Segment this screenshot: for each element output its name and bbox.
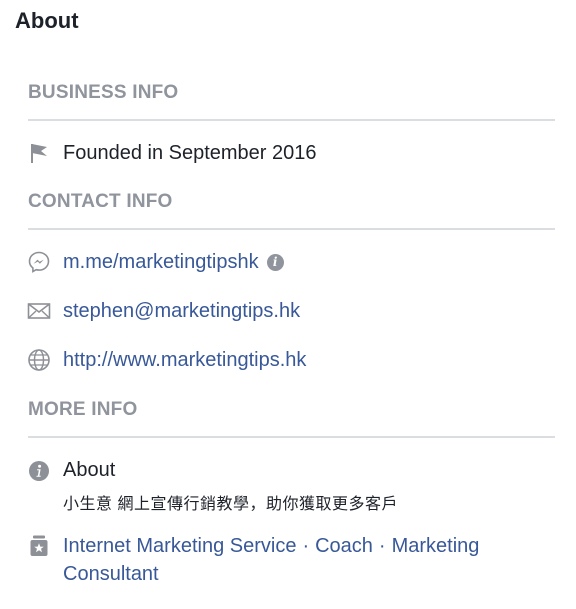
- messenger-row: m.me/marketingtipshk i: [26, 249, 556, 275]
- more-info-header: MORE INFO: [28, 399, 138, 420]
- messenger-icon: [26, 249, 52, 275]
- category-separator: ·: [302, 535, 310, 557]
- founded-row: Founded in September 2016: [26, 140, 556, 166]
- messenger-info-icon[interactable]: i: [266, 253, 284, 271]
- website-row: http://www.marketingtips.hk: [26, 347, 556, 373]
- category-link[interactable]: Coach: [315, 535, 373, 557]
- business-info-divider: [28, 119, 555, 121]
- flag-icon: [26, 140, 52, 166]
- about-row: About 小生意 網上宣傳行銷教學，助你獲取更多客戶: [26, 458, 398, 514]
- category-link[interactable]: Internet Marketing Service: [63, 535, 296, 557]
- website-link[interactable]: http://www.marketingtips.hk: [63, 349, 306, 372]
- about-label: About: [63, 459, 116, 481]
- globe-icon: [26, 347, 52, 373]
- badge-star-icon: [26, 533, 52, 559]
- contact-info-header: CONTACT INFO: [28, 191, 173, 212]
- email-row: stephen@marketingtips.hk: [26, 298, 556, 324]
- about-description: 小生意 網上宣傳行銷教學，助你獲取更多客戶: [63, 496, 398, 513]
- more-info-divider: [28, 436, 555, 438]
- info-icon: [26, 458, 52, 484]
- email-link[interactable]: stephen@marketingtips.hk: [63, 300, 300, 323]
- category-list: Internet Marketing Service · Coach · Marketi…: [63, 532, 533, 588]
- business-info-header: BUSINESS INFO: [28, 82, 179, 103]
- category-row: Internet Marketing Service · Coach · Marketi…: [26, 532, 546, 588]
- contact-info-divider: [28, 228, 555, 230]
- category-separator: ·: [378, 535, 386, 557]
- founded-text: Founded in September 2016: [63, 141, 317, 164]
- messenger-link[interactable]: m.me/marketingtipshk: [63, 251, 259, 274]
- page-title: About: [15, 8, 79, 33]
- envelope-icon: [26, 298, 52, 324]
